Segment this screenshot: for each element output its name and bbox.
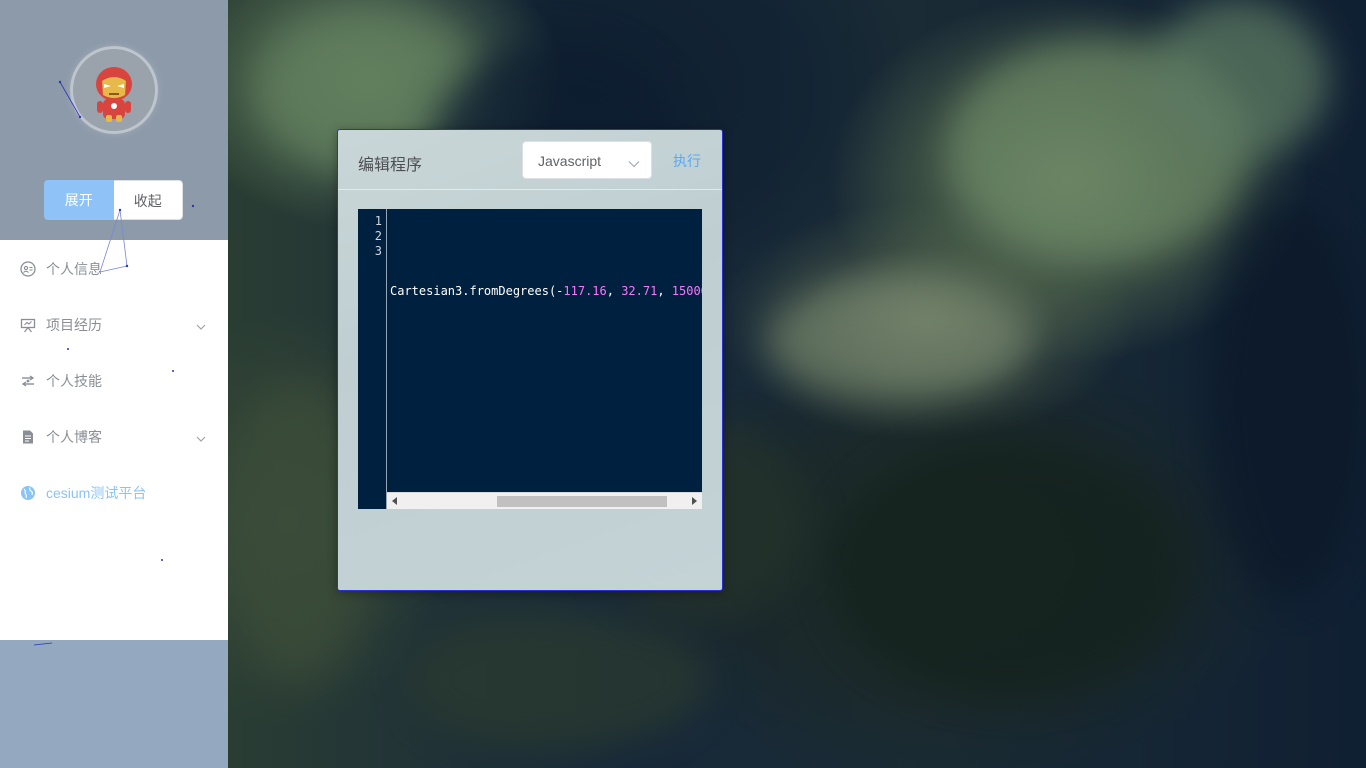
code-number-token: 32.71 [621, 284, 658, 298]
menu-item-blog[interactable]: 个人博客 [0, 409, 228, 465]
edit-program-dialog: 编辑程序 Javascript 执行 1 2 3 Cartesian3.from… [337, 129, 723, 591]
scroll-right-icon[interactable] [692, 497, 697, 505]
menu-item-personal-info[interactable]: 个人信息 [0, 241, 228, 297]
menu-item-cesium-platform[interactable]: cesium测试平台 [0, 465, 228, 521]
presentation-icon [20, 317, 36, 333]
scrollbar-thumb[interactable] [497, 496, 667, 507]
menu-item-label: 个人博客 [46, 429, 102, 445]
sidebar-footer [0, 640, 228, 768]
horizontal-scrollbar[interactable] [387, 492, 702, 509]
language-select[interactable]: Javascript [522, 141, 652, 179]
iron-man-avatar-icon [73, 49, 155, 131]
code-token: Cartesian3.fromDegrees(- [390, 284, 564, 298]
code-editor[interactable]: 1 2 3 Cartesian3.fromDegrees(-117.16, 32… [358, 209, 702, 509]
menu-item-projects[interactable]: 项目经历 [0, 297, 228, 353]
chevron-down-icon [628, 155, 640, 173]
skills-icon [20, 373, 36, 389]
expand-button[interactable]: 展开 [44, 180, 114, 220]
scroll-left-icon[interactable] [392, 497, 397, 505]
language-select-value: Javascript [538, 153, 602, 169]
line-number-gutter: 1 2 3 [358, 209, 387, 509]
user-info-icon [20, 261, 36, 277]
menu-item-skills[interactable]: 个人技能 [0, 353, 228, 409]
code-token: , [606, 284, 622, 298]
chevron-down-icon [196, 317, 206, 333]
document-icon [20, 429, 36, 445]
menu-item-label: 项目经历 [46, 317, 102, 333]
dialog-header: 编辑程序 Javascript 执行 [338, 130, 722, 190]
chevron-down-icon [196, 429, 206, 445]
run-button[interactable]: 执行 [673, 151, 701, 171]
code-content[interactable]: Cartesian3.fromDegrees(-117.16, 32.71, 1… [390, 213, 702, 493]
app-root: 展开 收起 个人信息 项目经历 个人技能 个人博客 cesium测试平台 编辑程… [0, 0, 1366, 768]
dialog-title: 编辑程序 [358, 157, 423, 174]
line-number: 2 [374, 229, 382, 243]
collapse-button[interactable]: 收起 [113, 180, 183, 220]
menu-item-label: 个人信息 [46, 261, 102, 277]
sidebar-toggle-group: 展开 收起 [44, 180, 183, 220]
line-number: 3 [374, 244, 382, 258]
sidebar: 展开 收起 个人信息 项目经历 个人技能 个人博客 cesium测试平台 [0, 0, 228, 768]
line-number: 1 [374, 214, 382, 228]
globe-icon [20, 485, 36, 501]
code-token: , [657, 284, 672, 298]
code-number-token: 117.16 [563, 284, 607, 298]
code-number-token: 15000 [671, 284, 702, 298]
avatar [73, 49, 155, 131]
menu-item-label: 个人技能 [46, 373, 102, 389]
menu-item-label: cesium测试平台 [46, 485, 147, 501]
code-line: Cartesian3.fromDegrees(-117.16, 32.71, 1… [390, 284, 702, 299]
